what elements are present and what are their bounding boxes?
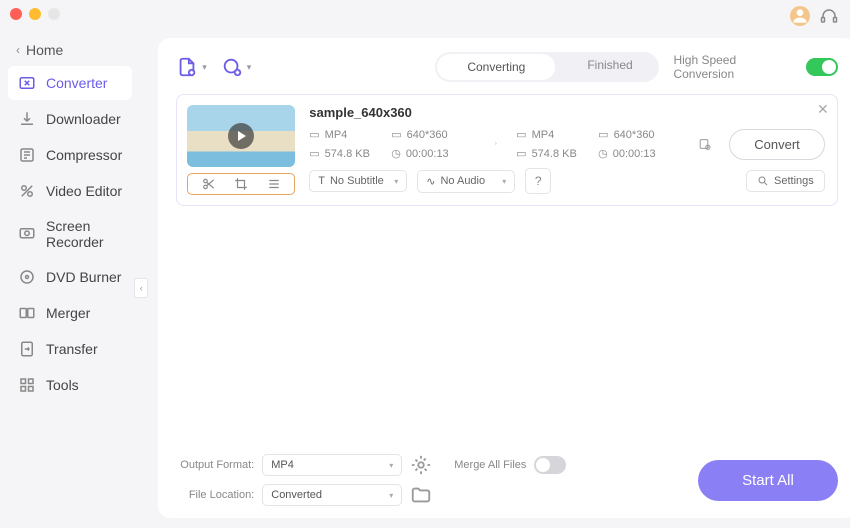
- play-icon: [228, 123, 254, 149]
- remove-file-button[interactable]: ✕: [817, 101, 829, 118]
- file-title: sample_640x360: [309, 105, 825, 120]
- titlebar: [0, 0, 850, 28]
- sidebar-item-label: Compressor: [46, 147, 122, 163]
- sidebar: ‹ Home Converter Downloader Compressor V…: [0, 28, 140, 528]
- start-all-button[interactable]: Start All: [698, 460, 838, 501]
- chevron-down-icon: ▾: [394, 177, 398, 186]
- sidebar-item-video-editor[interactable]: Video Editor: [8, 174, 132, 208]
- add-folder-button[interactable]: ▾: [221, 56, 252, 78]
- clock-icon: ◷: [598, 147, 608, 160]
- thumb-tools: [187, 173, 295, 195]
- video-icon: ▭: [309, 128, 319, 141]
- arrow-right-icon: [489, 135, 500, 153]
- high-speed-label: High Speed Conversion: [673, 53, 798, 81]
- sidebar-item-screen-recorder[interactable]: Screen Recorder: [8, 210, 132, 258]
- source-meta: ▭MP4 ▭640*360 ▭574.8 KB ◷00:00:13: [309, 128, 473, 160]
- transfer-icon: [18, 340, 36, 358]
- resolution-icon: ▭: [391, 128, 401, 141]
- dvd-icon: [18, 268, 36, 286]
- chevron-down-icon: ▾: [202, 62, 207, 73]
- chevron-down-icon: ▾: [502, 177, 506, 186]
- output-settings-button[interactable]: [698, 132, 711, 156]
- resolution-icon: ▭: [598, 128, 608, 141]
- editor-icon: [18, 182, 36, 200]
- crop-button[interactable]: [234, 177, 248, 191]
- folder-add-icon: [221, 56, 243, 78]
- converter-icon: [18, 74, 36, 92]
- info-button[interactable]: ?: [525, 168, 551, 194]
- merge-label: Merge All Files: [454, 459, 526, 471]
- subtitle-select[interactable]: TNo Subtitle ▾: [309, 170, 407, 192]
- support-icon[interactable]: [820, 7, 838, 25]
- sidebar-item-label: Converter: [46, 75, 107, 91]
- sidebar-item-dvd-burner[interactable]: DVD Burner: [8, 260, 132, 294]
- trim-button[interactable]: [202, 177, 216, 191]
- close-window-button[interactable]: [10, 8, 22, 20]
- clock-icon: ◷: [391, 147, 401, 160]
- video-thumbnail[interactable]: [187, 105, 295, 167]
- output-format-select[interactable]: MP4 ▾: [262, 454, 402, 476]
- sidebar-item-tools[interactable]: Tools: [8, 368, 132, 402]
- chevron-left-icon: ‹: [16, 43, 20, 57]
- convert-button[interactable]: Convert: [729, 129, 825, 160]
- minimize-window-button[interactable]: [29, 8, 41, 20]
- chevron-down-icon: ▾: [247, 62, 252, 73]
- add-file-button[interactable]: ▾: [176, 56, 207, 78]
- output-format-label: Output Format:: [176, 459, 254, 471]
- status-tabs: Converting Finished: [435, 52, 659, 82]
- effects-button[interactable]: [267, 177, 281, 191]
- top-right-controls: [790, 6, 838, 26]
- file-location-label: File Location:: [176, 489, 254, 501]
- sidebar-item-label: Transfer: [46, 341, 98, 357]
- collapse-sidebar-button[interactable]: ‹: [134, 278, 148, 298]
- compressor-icon: [18, 146, 36, 164]
- sidebar-item-label: Screen Recorder: [46, 218, 122, 250]
- high-speed-toggle[interactable]: [806, 58, 838, 76]
- sidebar-item-label: Tools: [46, 377, 79, 393]
- audio-select[interactable]: ∿No Audio ▾: [417, 170, 515, 193]
- subtitle-icon: T: [318, 175, 325, 187]
- window-controls: [10, 8, 60, 20]
- recorder-icon: [18, 225, 36, 243]
- sidebar-item-label: Downloader: [46, 111, 121, 127]
- home-label: Home: [26, 42, 63, 58]
- sidebar-item-converter[interactable]: Converter: [8, 66, 132, 100]
- target-meta: ▭MP4 ▭640*360 ▭574.8 KB ◷00:00:13: [516, 128, 680, 160]
- video-icon: ▭: [516, 128, 526, 141]
- downloader-icon: [18, 110, 36, 128]
- audio-icon: ∿: [426, 175, 435, 188]
- sidebar-item-downloader[interactable]: Downloader: [8, 102, 132, 136]
- chevron-down-icon: ▾: [389, 491, 393, 500]
- add-file-icon: [176, 56, 198, 78]
- sidebar-item-label: DVD Burner: [46, 269, 121, 285]
- user-avatar[interactable]: [790, 6, 810, 26]
- output-format-settings-button[interactable]: [410, 454, 432, 476]
- chevron-down-icon: ▾: [389, 461, 393, 470]
- file-row: ✕ sample_640x360 ▭MP4: [176, 94, 838, 206]
- sidebar-item-merger[interactable]: Merger: [8, 296, 132, 330]
- sidebar-item-transfer[interactable]: Transfer: [8, 332, 132, 366]
- tools-icon: [18, 376, 36, 394]
- size-icon: ▭: [309, 147, 319, 160]
- tab-converting[interactable]: Converting: [437, 54, 555, 80]
- tab-finished[interactable]: Finished: [557, 52, 659, 82]
- size-icon: ▭: [516, 147, 526, 160]
- sidebar-item-label: Merger: [46, 305, 90, 321]
- merger-icon: [18, 304, 36, 322]
- merge-toggle[interactable]: [534, 456, 566, 474]
- search-icon: [757, 175, 769, 187]
- sidebar-item-compressor[interactable]: Compressor: [8, 138, 132, 172]
- open-folder-button[interactable]: [410, 484, 432, 506]
- home-link[interactable]: ‹ Home: [8, 36, 132, 64]
- settings-button[interactable]: Settings: [746, 170, 825, 192]
- maximize-window-button[interactable]: [48, 8, 60, 20]
- sidebar-item-label: Video Editor: [46, 183, 122, 199]
- file-location-select[interactable]: Converted ▾: [262, 484, 402, 506]
